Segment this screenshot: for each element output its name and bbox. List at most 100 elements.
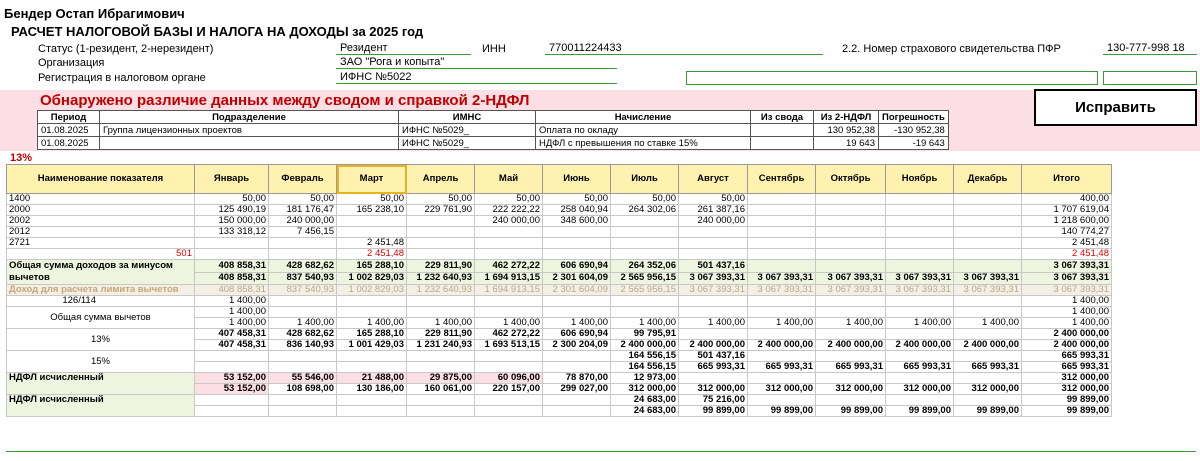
income-row[interactable]: Общая сумма доходов за минусом вычетов 40…: [6, 259, 1112, 285]
table-cell[interactable]: 130 186,00: [336, 383, 407, 395]
table-cell[interactable]: 1 232 640,93: [406, 271, 475, 285]
table-cell[interactable]: 1 002 829,03: [336, 284, 407, 296]
table-cell[interactable]: 2 400 000,00: [815, 339, 886, 351]
table-row[interactable]: 01.08.2025 ИФНС №5029_ НДФЛ с превышения…: [37, 136, 949, 150]
table-cell[interactable]: 407 458,31: [194, 328, 269, 340]
table-cell[interactable]: [953, 259, 1022, 273]
col-month[interactable]: Февраль: [268, 164, 337, 194]
table-cell[interactable]: 606 690,94: [542, 259, 611, 273]
table-cell[interactable]: 2 301 604,09: [542, 284, 611, 296]
table-cell[interactable]: [678, 328, 748, 340]
table-cell[interactable]: [542, 306, 611, 318]
table-cell[interactable]: 3 067 393,31: [815, 271, 886, 285]
col-month[interactable]: Апрель: [406, 164, 475, 194]
table-cell[interactable]: [194, 361, 269, 373]
table-cell[interactable]: [885, 204, 954, 216]
table-cell[interactable]: 462 272,22: [474, 328, 543, 340]
table-cell[interactable]: [268, 295, 337, 307]
table-cell[interactable]: 99 899,00: [885, 405, 954, 417]
table-cell[interactable]: [815, 204, 886, 216]
table-cell[interactable]: [336, 361, 407, 373]
table-cell[interactable]: [474, 248, 543, 260]
table-cell[interactable]: [747, 394, 816, 406]
table-cell[interactable]: [885, 306, 954, 318]
table-cell[interactable]: 258 040,94: [542, 204, 611, 216]
table-cell[interactable]: 665 993,31: [747, 361, 816, 373]
col-month[interactable]: Октябрь: [815, 164, 886, 194]
table-cell[interactable]: 99 899,00: [1021, 394, 1112, 406]
base-row[interactable]: 15% 164 556,15 501 437,16 665 993,31: [6, 350, 1112, 373]
col-month[interactable]: Ноябрь: [885, 164, 954, 194]
table-cell[interactable]: 1 400,00: [406, 317, 475, 329]
table-cell[interactable]: 108 698,00: [268, 383, 337, 395]
table-cell[interactable]: 2 565 956,15: [610, 284, 679, 296]
col-month[interactable]: Итого: [1021, 164, 1112, 194]
table-cell[interactable]: 160 061,00: [406, 383, 475, 395]
table-cell[interactable]: [747, 372, 816, 384]
table-cell[interactable]: 3 067 393,31: [1021, 284, 1112, 296]
table-cell[interactable]: [885, 372, 954, 384]
table-cell[interactable]: 3 067 393,31: [885, 284, 954, 296]
ndfl-row[interactable]: НДФЛ исчисленный 24 683,00 75 216,00 99 899…: [6, 394, 1112, 417]
table-cell[interactable]: 2 400 000,00: [953, 339, 1022, 351]
table-cell[interactable]: 312 000,00: [610, 383, 679, 395]
table-cell[interactable]: 2 451,48: [1021, 248, 1112, 260]
table-row[interactable]: 01.08.2025 Группа лицензионных проектов …: [37, 123, 949, 137]
table-cell[interactable]: [885, 295, 954, 307]
table-cell[interactable]: 240 000,00: [268, 215, 337, 227]
col-month[interactable]: Июль: [610, 164, 679, 194]
limit-row[interactable]: Доход для расчета лимита вычетов 408 858,…: [6, 284, 1112, 296]
table-cell[interactable]: [336, 226, 407, 238]
table-cell[interactable]: 3 067 393,31: [678, 284, 748, 296]
table-cell[interactable]: [747, 259, 816, 273]
table-cell[interactable]: 3 067 393,31: [1021, 271, 1112, 285]
table-cell[interactable]: 501 437,16: [678, 350, 748, 362]
table-cell[interactable]: [747, 215, 816, 227]
table-cell[interactable]: 3 067 393,31: [747, 271, 816, 285]
table-cell[interactable]: 836 140,93: [268, 339, 337, 351]
table-cell[interactable]: 1 400,00: [474, 317, 543, 329]
table-cell[interactable]: 312 000,00: [747, 383, 816, 395]
table-cell[interactable]: 99 899,00: [815, 405, 886, 417]
table-cell[interactable]: [815, 295, 886, 307]
table-row[interactable]: 1400 50,00 50,00 50,00 50,00 50,00 50,00 50,00 5…: [6, 193, 1112, 205]
table-cell[interactable]: [406, 394, 475, 406]
inn-field[interactable]: 770011224433: [545, 42, 823, 55]
table-cell[interactable]: 133 318,12: [194, 226, 269, 238]
base-row[interactable]: 13% 407 458,31 428 682,62 165 288,10 229 811…: [6, 328, 1112, 351]
table-cell[interactable]: [953, 350, 1022, 362]
table-cell[interactable]: 2721: [6, 237, 195, 249]
table-cell[interactable]: 21 488,00: [336, 372, 407, 384]
table-cell[interactable]: 50,00: [406, 193, 475, 205]
table-cell[interactable]: [610, 215, 679, 227]
table-cell[interactable]: 29 875,00: [406, 372, 475, 384]
table-cell[interactable]: [885, 215, 954, 227]
table-cell[interactable]: [268, 361, 337, 373]
col-month[interactable]: Июнь: [542, 164, 611, 194]
table-cell[interactable]: 1 400,00: [336, 317, 407, 329]
table-cell[interactable]: НДФЛ исчисленный: [6, 372, 195, 395]
table-cell[interactable]: 408 858,31: [194, 259, 269, 273]
table-cell[interactable]: 140 774,27: [1021, 226, 1112, 238]
table-cell[interactable]: 1 400,00: [1021, 306, 1112, 318]
table-cell[interactable]: [815, 248, 886, 260]
table-cell[interactable]: 1 218 600,00: [1021, 215, 1112, 227]
table-cell[interactable]: [953, 204, 1022, 216]
col-month[interactable]: Январь: [194, 164, 269, 194]
table-cell[interactable]: [953, 372, 1022, 384]
table-cell[interactable]: 24 683,00: [610, 394, 679, 406]
table-cell[interactable]: 2 400 000,00: [747, 339, 816, 351]
table-cell[interactable]: [194, 237, 269, 249]
table-cell[interactable]: 312 000,00: [953, 383, 1022, 395]
table-cell[interactable]: [336, 405, 407, 417]
table-cell[interactable]: [542, 361, 611, 373]
table-cell[interactable]: 2 400 000,00: [678, 339, 748, 351]
table-cell[interactable]: 606 690,94: [542, 328, 611, 340]
table-cell[interactable]: 240 000,00: [474, 215, 543, 227]
table-cell[interactable]: [815, 215, 886, 227]
table-cell[interactable]: 665 993,31: [1021, 361, 1112, 373]
table-cell[interactable]: 1 400,00: [268, 317, 337, 329]
table-cell[interactable]: 312 000,00: [1021, 383, 1112, 395]
col-month[interactable]: Декабрь: [953, 164, 1022, 194]
table-cell[interactable]: 2002: [6, 215, 195, 227]
